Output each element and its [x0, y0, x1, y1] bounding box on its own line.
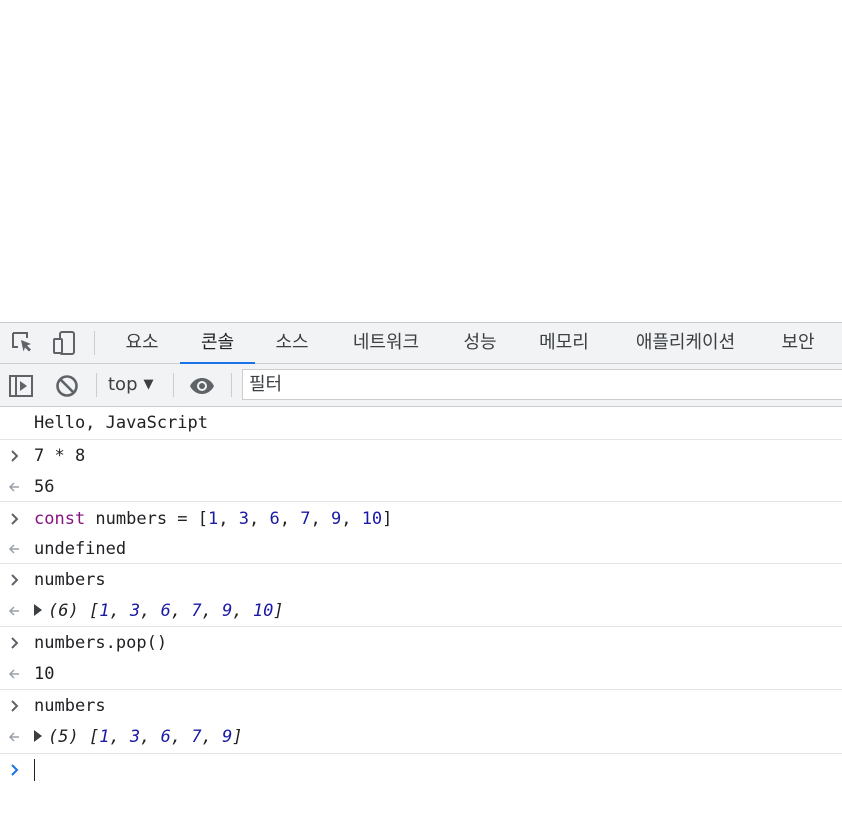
tab-performance[interactable]: 성능 [450, 323, 510, 364]
dropdown-caret-icon: ▼ [143, 377, 154, 392]
toolbar-divider [231, 373, 232, 397]
input-prompt-icon [11, 637, 19, 649]
show-sidebar-icon[interactable] [8, 373, 34, 399]
console-input-row: const numbers = [1, 3, 6, 7, 9, 10] [0, 503, 842, 534]
tab-application[interactable]: 애플리케이션 [618, 323, 753, 364]
result-text: undefined [34, 538, 127, 559]
result-arrow-icon [8, 732, 19, 742]
tab-security[interactable]: 보안 [768, 323, 828, 364]
console-toolbar: top ▼ [0, 364, 842, 407]
console-input-row: numbers [0, 565, 842, 595]
console-log-message: Hello, JavaScript [0, 407, 842, 440]
tab-sources[interactable]: 소스 [262, 323, 322, 364]
toolbar-divider [96, 373, 97, 397]
inspect-element-icon[interactable] [10, 330, 36, 356]
console-input-row: 7 * 8 [0, 440, 842, 472]
input-text: numbers [34, 570, 106, 590]
expand-triangle-icon[interactable] [34, 730, 42, 742]
text-caret [34, 759, 35, 781]
tab-console[interactable]: 콘솔 [180, 323, 255, 365]
device-toolbar-icon[interactable] [52, 330, 78, 356]
prompt-chevron-icon [11, 764, 19, 776]
console-result-row: undefined [0, 534, 842, 564]
devtools-tabbar: 요소 콘솔 소스 네트워크 성능 메모리 애플리케이션 보안 [0, 322, 842, 365]
console-prompt[interactable] [0, 755, 842, 785]
input-text: const numbers = [1, 3, 6, 7, 9, 10] [34, 508, 393, 529]
input-prompt-icon [11, 512, 19, 525]
console-result-row[interactable]: (6) [1, 3, 6, 7, 9, 10] [0, 595, 842, 627]
clear-console-icon[interactable] [54, 373, 80, 399]
result-arrow-icon [8, 605, 19, 616]
context-selector[interactable]: top ▼ [108, 371, 154, 399]
console-input-row: numbers [0, 691, 842, 721]
input-prompt-icon [11, 700, 19, 712]
console-output[interactable]: Hello, JavaScript 7 * 8 56 const numbers… [0, 407, 842, 828]
array-preview[interactable]: (6) [1, 3, 6, 7, 9, 10] [34, 601, 284, 621]
filter-input[interactable] [242, 369, 842, 400]
prompt-input[interactable] [34, 759, 35, 781]
result-arrow-icon [8, 481, 19, 492]
input-text: 7 * 8 [34, 446, 86, 466]
tab-memory[interactable]: 메모리 [524, 323, 604, 364]
result-arrow-icon [8, 668, 19, 679]
tab-network[interactable]: 네트워크 [336, 323, 436, 364]
input-text: numbers.pop() [34, 633, 168, 653]
context-selector-label: top [108, 374, 138, 395]
input-prompt-icon [11, 450, 19, 462]
tab-elements[interactable]: 요소 [112, 323, 172, 364]
live-expression-eye-icon[interactable] [188, 373, 216, 399]
console-result-row[interactable]: (5) [1, 3, 6, 7, 9] [0, 721, 842, 754]
tabbar-divider [94, 331, 95, 355]
log-text: Hello, JavaScript [34, 413, 208, 433]
toolbar-divider [173, 373, 174, 397]
console-result-row: 10 [0, 658, 842, 690]
inspected-page-viewport [0, 0, 842, 322]
input-prompt-icon [11, 574, 19, 586]
result-text: 10 [34, 663, 55, 684]
array-preview[interactable]: (5) [1, 3, 6, 7, 9] [34, 727, 243, 747]
console-input-row: numbers.pop() [0, 628, 842, 658]
console-result-row: 56 [0, 472, 842, 502]
expand-triangle-icon[interactable] [34, 603, 42, 616]
result-arrow-icon [8, 543, 19, 554]
input-text: numbers [34, 696, 106, 716]
devtools-panel: 요소 콘솔 소스 네트워크 성능 메모리 애플리케이션 보안 top ▼ 필터 … [0, 322, 842, 828]
result-text: 56 [34, 476, 55, 497]
